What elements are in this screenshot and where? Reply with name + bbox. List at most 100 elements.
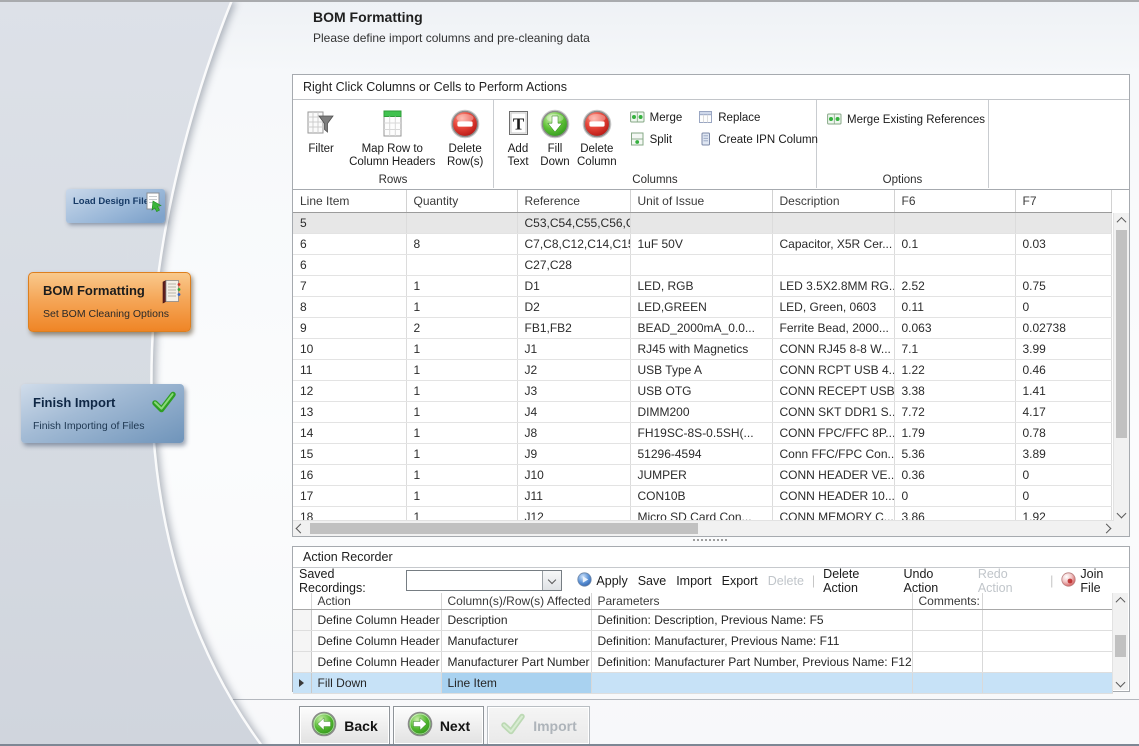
action-row[interactable]: Define Column HeaderManufacturer Part Nu… — [293, 652, 1113, 673]
export-recording-button[interactable]: Export — [722, 574, 758, 588]
scroll-up-icon[interactable] — [1114, 213, 1129, 228]
table-cell[interactable]: Capacitor, X5R Cer... — [772, 234, 894, 255]
table-cell[interactable] — [406, 255, 517, 276]
action-cell-comments[interactable] — [912, 631, 982, 652]
action-cell-parameters[interactable]: Definition: Description, Previous Name: … — [591, 610, 912, 631]
table-cell[interactable]: CONN FPC/FFC 8P... — [772, 423, 894, 444]
row-selector[interactable] — [293, 631, 311, 652]
action-row[interactable]: Define Column HeaderDescriptionDefinitio… — [293, 610, 1113, 631]
table-cell[interactable]: CONN HEADER 10... — [772, 486, 894, 507]
table-cell[interactable]: 8 — [406, 234, 517, 255]
table-cell[interactable]: 6 — [293, 255, 406, 276]
merge-button[interactable]: Merge — [630, 109, 683, 127]
table-cell[interactable]: 0.03 — [1015, 234, 1112, 255]
table-cell[interactable]: 18 — [293, 507, 406, 522]
table-cell[interactable]: J2 — [517, 360, 630, 381]
column-header[interactable]: Quantity — [406, 190, 517, 213]
table-cell[interactable]: CONN RECEPT USB... — [772, 381, 894, 402]
table-cell[interactable]: CONN MEMORY C... — [772, 507, 894, 522]
bom-table-vertical-scrollbar[interactable] — [1113, 213, 1129, 521]
table-cell[interactable]: D2 — [517, 297, 630, 318]
action-cell-action[interactable]: Define Column Header — [311, 631, 441, 652]
fill-down-button[interactable]: Fill Down — [536, 105, 574, 170]
action-cell-extra[interactable] — [982, 631, 1113, 652]
table-cell[interactable]: 7.72 — [894, 402, 1015, 423]
table-cell[interactable]: D1 — [517, 276, 630, 297]
table-cell[interactable]: 0.78 — [1015, 423, 1112, 444]
table-cell[interactable]: 2.52 — [894, 276, 1015, 297]
undo-action-button[interactable]: Undo Action — [903, 567, 967, 595]
table-cell[interactable]: 1.79 — [894, 423, 1015, 444]
table-row[interactable]: 68C7,C8,C12,C14,C15,...1uF 50VCapacitor,… — [293, 234, 1112, 255]
table-cell[interactable]: 1 — [406, 507, 517, 522]
table-cell[interactable]: 1 — [406, 444, 517, 465]
table-cell[interactable]: J4 — [517, 402, 630, 423]
table-cell[interactable]: 0 — [1015, 465, 1112, 486]
table-row[interactable]: 171J11CON10BCONN HEADER 10...00 — [293, 486, 1112, 507]
table-row[interactable]: 141J8FH19SC-8S-0.5SH(...CONN FPC/FFC 8P.… — [293, 423, 1112, 444]
scroll-up-icon[interactable] — [1113, 593, 1128, 608]
column-header[interactable]: F6 — [894, 190, 1015, 213]
action-cell-action[interactable]: Define Column Header — [311, 652, 441, 673]
table-cell[interactable]: USB OTG — [630, 381, 772, 402]
action-cell-comments[interactable] — [912, 673, 982, 694]
horizontal-scroll-thumb[interactable] — [310, 523, 698, 534]
table-cell[interactable]: 15 — [293, 444, 406, 465]
table-cell[interactable]: 3.86 — [894, 507, 1015, 522]
column-header[interactable]: Unit of Issue — [630, 190, 772, 213]
action-row[interactable]: Fill DownLine Item — [293, 673, 1113, 694]
action-cell-affected[interactable]: Manufacturer — [441, 631, 591, 652]
add-text-button[interactable]: T Add Text — [500, 105, 536, 170]
table-cell[interactable]: 9 — [293, 318, 406, 339]
table-cell[interactable]: 0.75 — [1015, 276, 1112, 297]
table-cell[interactable]: C53,C54,C55,C56,C... — [517, 213, 630, 234]
table-cell[interactable]: J8 — [517, 423, 630, 444]
table-cell[interactable]: 1 — [406, 465, 517, 486]
table-cell[interactable]: 1uF 50V — [630, 234, 772, 255]
table-cell[interactable] — [1015, 213, 1112, 234]
table-row[interactable]: 111J2USB Type ACONN RCPT USB 4...1.220.4… — [293, 360, 1112, 381]
table-cell[interactable]: FH19SC-8S-0.5SH(... — [630, 423, 772, 444]
action-column-header[interactable]: Comments: — [912, 593, 982, 610]
action-column-header[interactable]: Action — [311, 593, 441, 610]
table-cell[interactable] — [1015, 255, 1112, 276]
chevron-down-icon[interactable] — [542, 571, 561, 590]
panel-splitter[interactable] — [292, 536, 1128, 544]
action-cell-action[interactable]: Define Column Header — [311, 610, 441, 631]
table-row[interactable]: 92FB1,FB2BEAD_2000mA_0.0...Ferrite Bead,… — [293, 318, 1112, 339]
table-cell[interactable]: 0.02738 — [1015, 318, 1112, 339]
table-cell[interactable]: 0 — [1015, 486, 1112, 507]
table-cell[interactable]: 17 — [293, 486, 406, 507]
table-cell[interactable]: 1 — [406, 276, 517, 297]
row-selector[interactable] — [293, 673, 311, 694]
create-ipn-column-button[interactable]: Create IPN Column — [698, 131, 818, 149]
vertical-scroll-thumb[interactable] — [1115, 635, 1126, 657]
table-cell[interactable]: 13 — [293, 402, 406, 423]
table-cell[interactable]: USB Type A — [630, 360, 772, 381]
table-cell[interactable]: J10 — [517, 465, 630, 486]
split-button[interactable]: Split — [630, 131, 683, 149]
table-cell[interactable] — [630, 213, 772, 234]
table-cell[interactable]: 16 — [293, 465, 406, 486]
table-cell[interactable]: 1.22 — [894, 360, 1015, 381]
action-cell-parameters[interactable]: Definition: Manufacturer, Previous Name:… — [591, 631, 912, 652]
table-cell[interactable]: J11 — [517, 486, 630, 507]
table-cell[interactable]: Conn FFC/FPC Con... — [772, 444, 894, 465]
apply-button[interactable]: Apply — [577, 572, 627, 590]
table-cell[interactable]: CONN SKT DDR1 S... — [772, 402, 894, 423]
scroll-right-icon[interactable] — [1099, 521, 1114, 536]
table-cell[interactable]: 1 — [406, 381, 517, 402]
filter-button[interactable]: Filter — [299, 105, 343, 157]
saved-recordings-select[interactable] — [406, 570, 563, 591]
table-cell[interactable]: LED, RGB — [630, 276, 772, 297]
row-selector[interactable] — [293, 652, 311, 673]
table-cell[interactable]: 2 — [406, 318, 517, 339]
scroll-left-icon[interactable] — [293, 521, 308, 536]
action-cell-action[interactable]: Fill Down — [311, 673, 441, 694]
join-file-button[interactable]: Join File — [1061, 567, 1124, 595]
table-cell[interactable]: 0 — [1015, 297, 1112, 318]
table-cell[interactable]: 7.1 — [894, 339, 1015, 360]
action-row[interactable]: Define Column HeaderManufacturerDefiniti… — [293, 631, 1113, 652]
table-row[interactable]: 81D2LED,GREENLED, Green, 06030.110 — [293, 297, 1112, 318]
import-recording-button[interactable]: Import — [676, 574, 711, 588]
